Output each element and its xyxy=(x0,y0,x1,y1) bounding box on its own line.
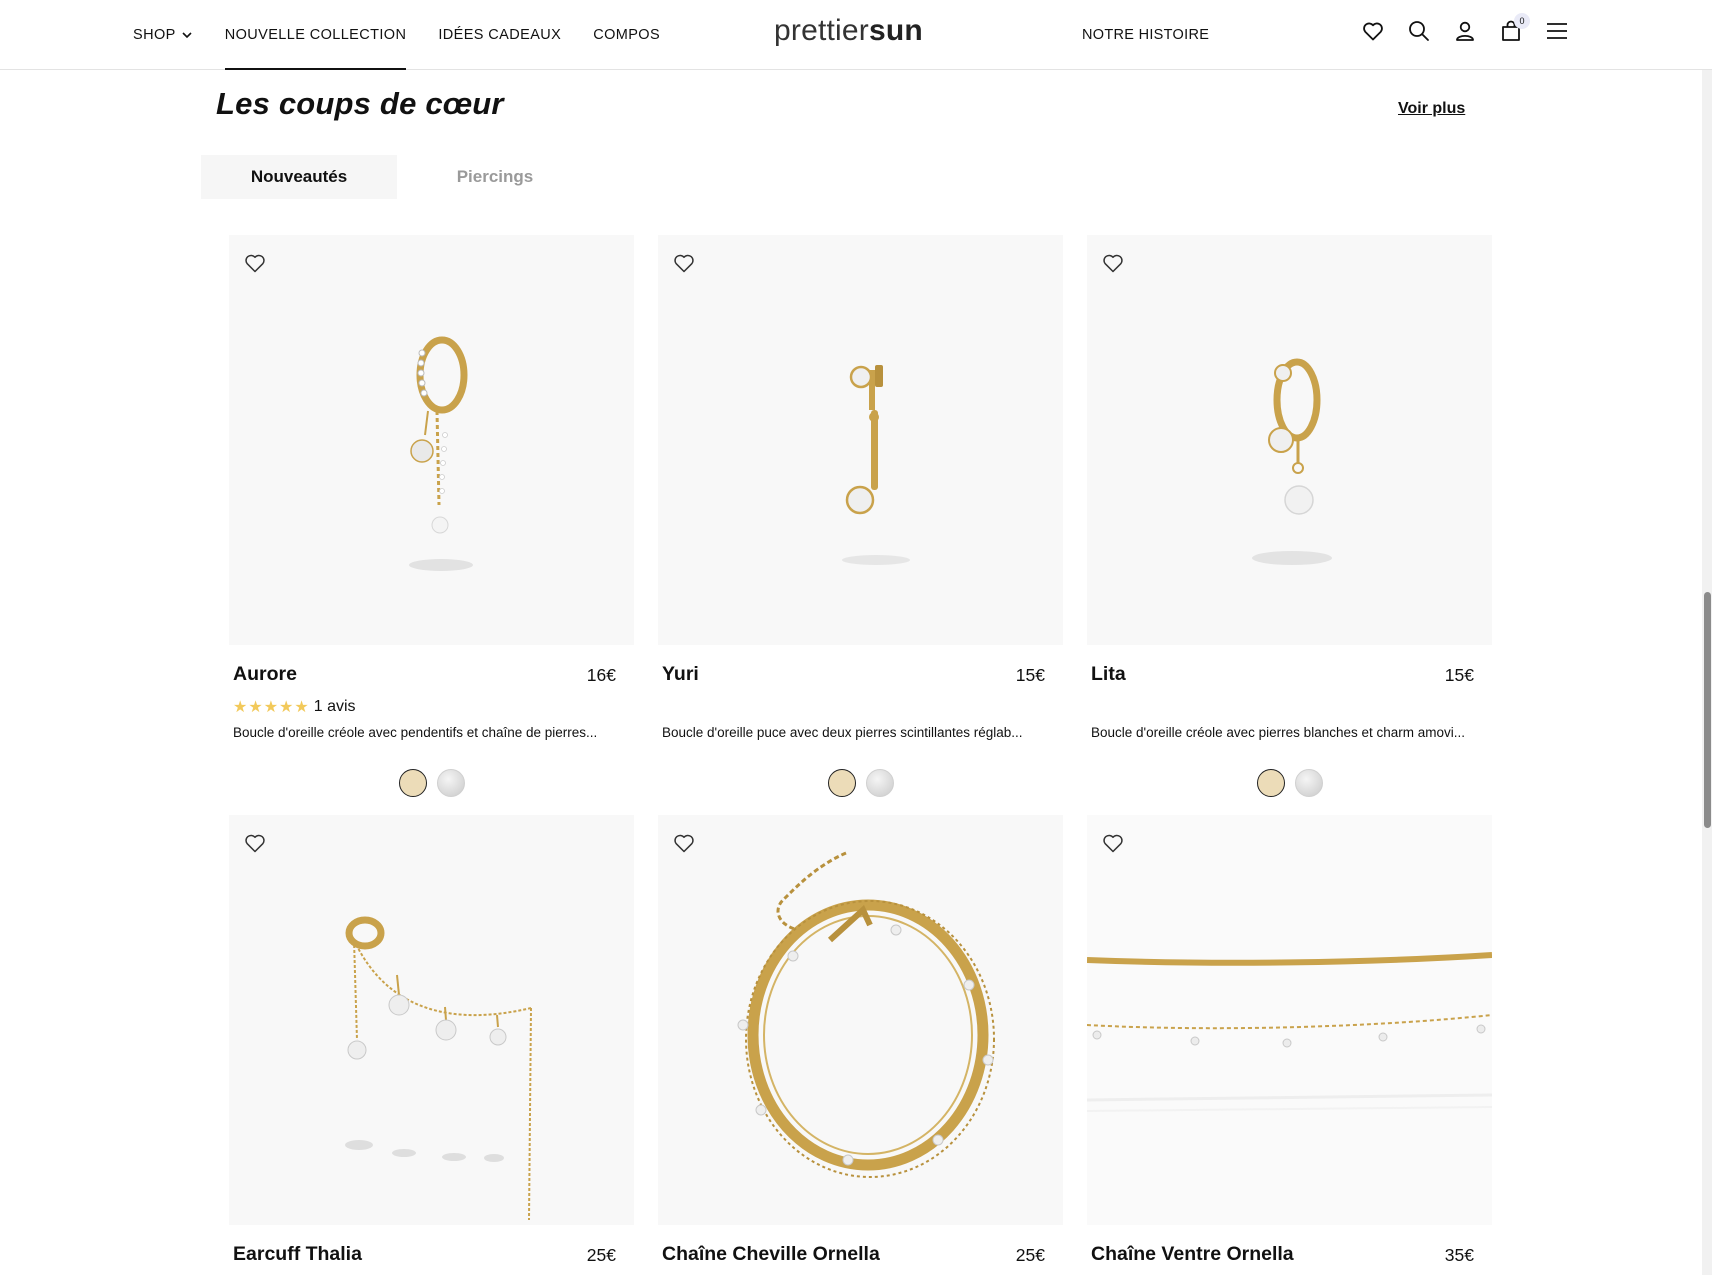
heart-icon[interactable] xyxy=(672,831,696,855)
product-name[interactable]: Earcuff Thalia xyxy=(233,1243,362,1266)
account-button[interactable] xyxy=(1452,17,1478,45)
product-card[interactable]: Chaîne Cheville Ornella 25€ xyxy=(658,815,1063,1265)
nav-idees-cadeaux[interactable]: IDÉES CADEAUX xyxy=(438,0,561,70)
stud-earring-image xyxy=(842,365,910,565)
swatch-gold[interactable] xyxy=(827,769,856,797)
color-swatches xyxy=(229,769,634,797)
user-icon xyxy=(1456,21,1474,41)
chevron-down-icon xyxy=(182,32,192,39)
color-swatches xyxy=(1087,769,1492,797)
product-tabs: Nouveautés Piercings xyxy=(201,155,593,199)
product-image[interactable] xyxy=(1087,235,1492,645)
product-name[interactable]: Lita xyxy=(1091,663,1126,686)
product-image[interactable] xyxy=(229,235,634,645)
swatch-gold[interactable] xyxy=(398,769,427,797)
menu-icon xyxy=(1547,23,1567,39)
heart-icon[interactable] xyxy=(243,831,267,855)
product-price: 15€ xyxy=(1015,665,1045,685)
heart-icon[interactable] xyxy=(672,251,696,275)
swatch-silver[interactable] xyxy=(436,769,465,797)
nav-shop[interactable]: SHOP xyxy=(133,0,193,70)
swatch-silver[interactable] xyxy=(1294,769,1323,797)
product-name[interactable]: Yuri xyxy=(662,663,699,686)
star-rating-icons: ★★★★★ xyxy=(233,699,310,716)
product-name[interactable]: Chaîne Cheville Ornella xyxy=(662,1243,880,1266)
nav-nouvelle-collection[interactable]: NOUVELLE COLLECTION xyxy=(224,0,407,70)
product-price: 15€ xyxy=(1444,665,1474,685)
heart-icon[interactable] xyxy=(1101,251,1125,275)
scrollbar-thumb[interactable] xyxy=(1704,592,1711,828)
review-count[interactable]: 1 avis xyxy=(314,698,356,716)
product-description: Boucle d'oreille créole avec pendentifs … xyxy=(233,725,598,740)
product-price: 35€ xyxy=(1444,1245,1474,1265)
color-swatches xyxy=(658,769,1063,797)
product-card[interactable]: Yuri 15€ Boucle d'oreille puce avec deux… xyxy=(658,235,1063,797)
nav-nouvelle-collection-label: NOUVELLE COLLECTION xyxy=(224,27,407,43)
product-card[interactable]: Lita 15€ Boucle d'oreille créole avec pi… xyxy=(1087,235,1492,797)
product-price: 25€ xyxy=(1015,1245,1045,1265)
product-image[interactable] xyxy=(658,235,1063,645)
product-card[interactable]: Chaîne Ventre Ornella 35€ xyxy=(1087,815,1492,1265)
hoop-earring-charm-image xyxy=(1252,358,1332,565)
page-scrollbar[interactable] xyxy=(1702,70,1712,1275)
search-icon xyxy=(1409,21,1429,41)
nav-compos-label: COMPOS xyxy=(593,27,661,43)
heart-icon xyxy=(1363,22,1383,41)
product-image[interactable] xyxy=(229,815,634,1225)
main-nav: SHOP NOUVELLE COLLECTION IDÉES CADEAUX C… xyxy=(133,0,660,70)
nav-notre-histoire[interactable]: NOTRE HISTOIRE xyxy=(1082,0,1209,70)
cart-count-badge: 0 xyxy=(1514,13,1530,29)
product-card[interactable]: Earcuff Thalia 25€ xyxy=(229,815,634,1265)
product-image[interactable] xyxy=(658,815,1063,1225)
tab-nouveautes[interactable]: Nouveautés xyxy=(201,155,397,199)
earcuff-chain-image xyxy=(345,916,532,1221)
heart-icon[interactable] xyxy=(1101,831,1125,855)
product-image[interactable] xyxy=(1087,815,1492,1225)
nav-idees-cadeaux-label: IDÉES CADEAUX xyxy=(438,27,562,43)
belly-chain-image xyxy=(1087,952,1492,1112)
header-icons: 0 xyxy=(1360,13,1570,45)
logo-text-light: prettier xyxy=(774,14,869,47)
site-header: SHOP NOUVELLE COLLECTION IDÉES CADEAUX C… xyxy=(0,0,1712,70)
nav-compos[interactable]: COMPOS xyxy=(593,0,660,70)
product-name[interactable]: Chaîne Ventre Ornella xyxy=(1091,1243,1294,1266)
product-card[interactable]: Aurore 16€ ★★★★★ 1 avis Boucle d'oreille… xyxy=(229,235,634,797)
product-description: Boucle d'oreille puce avec deux pierres … xyxy=(662,725,1023,740)
voir-plus-link[interactable]: Voir plus xyxy=(1398,100,1465,118)
wishlist-button[interactable] xyxy=(1360,17,1386,45)
heart-icon[interactable] xyxy=(243,251,267,275)
search-button[interactable] xyxy=(1406,17,1432,45)
product-price: 16€ xyxy=(586,665,616,685)
section-title: Les coups de cœur xyxy=(216,86,504,121)
product-name[interactable]: Aurore xyxy=(233,663,297,686)
nav-notre-histoire-label: NOTRE HISTOIRE xyxy=(1082,27,1210,43)
hoop-earring-pendants-image xyxy=(409,336,473,571)
product-rating: ★★★★★ 1 avis xyxy=(233,697,356,717)
tab-piercings[interactable]: Piercings xyxy=(397,155,593,199)
product-price: 25€ xyxy=(586,1245,616,1265)
product-description: Boucle d'oreille créole avec pierres bla… xyxy=(1091,725,1466,740)
swatch-gold[interactable] xyxy=(1256,769,1285,797)
swatch-silver[interactable] xyxy=(865,769,894,797)
menu-button[interactable] xyxy=(1544,17,1570,45)
logo-text-bold: sun xyxy=(868,14,923,47)
cart-button[interactable]: 0 xyxy=(1498,13,1530,45)
anklet-chain-image xyxy=(737,851,995,1178)
site-logo[interactable]: prettiersun xyxy=(774,14,923,48)
nav-shop-label: SHOP xyxy=(133,27,176,43)
